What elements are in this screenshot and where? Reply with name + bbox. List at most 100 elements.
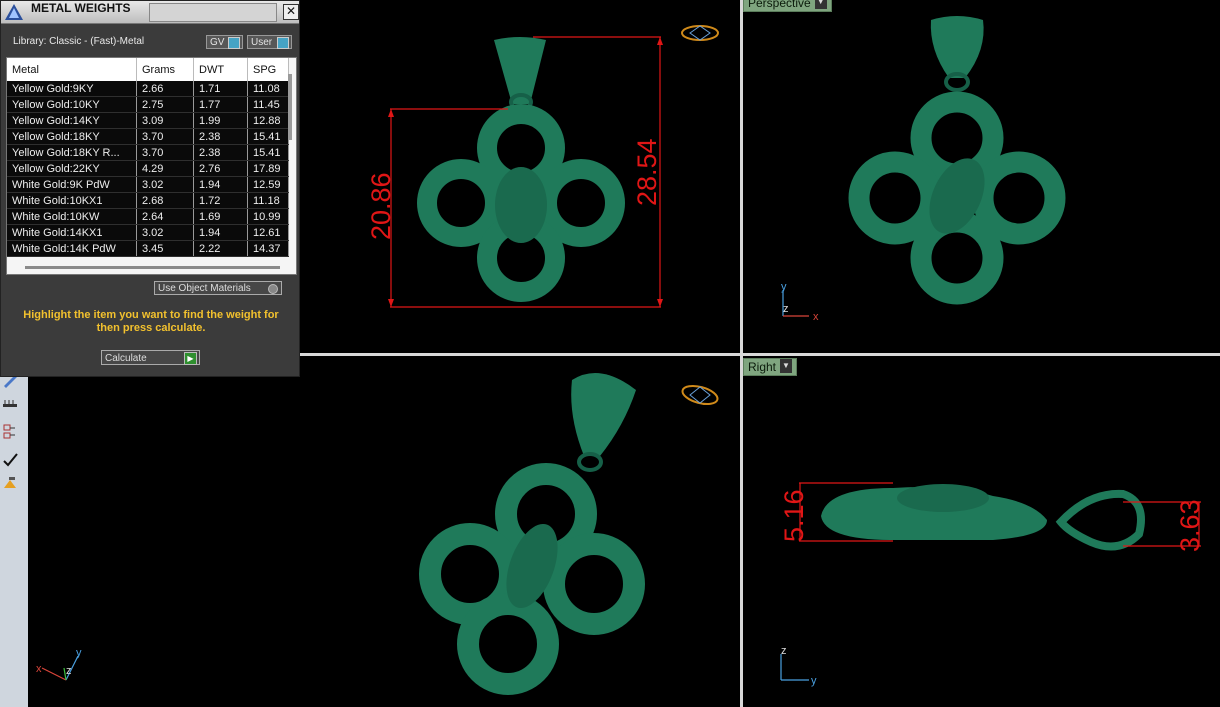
metal-weights-panel: METAL WEIGHTS ✕ Library: Classic - (Fast… (0, 0, 300, 377)
cell-metal: Yellow Gold:18KY R... (7, 144, 137, 161)
play-icon: ▶ (184, 352, 197, 365)
perspective-label-text: Perspective (748, 0, 811, 10)
cell-metal: Yellow Gold:10KY (7, 96, 137, 113)
front-height-dim: 20.86 (366, 172, 396, 240)
column-header-spg[interactable]: SPG (247, 58, 289, 81)
cell-spg: 10.99 (247, 208, 289, 225)
table-row[interactable]: White Gold:14K PdW 3.45 2.22 14.37 (7, 240, 289, 257)
table-row[interactable]: Yellow Gold:14KY 3.09 1.99 12.88 (7, 112, 289, 129)
use-object-materials-toggle[interactable]: Use Object Materials (154, 281, 282, 295)
svg-text:x: x (813, 311, 819, 323)
cell-dwt: 1.77 (193, 96, 248, 113)
cell-spg: 12.59 (247, 176, 289, 193)
gv-toggle[interactable]: GV (206, 35, 243, 49)
perspective-viewport[interactable]: y z x Perspective ▼ (743, 0, 1220, 353)
svg-text:z: z (66, 665, 72, 677)
cell-dwt: 2.76 (193, 160, 248, 177)
chevron-down-icon[interactable]: ▼ (780, 359, 793, 373)
viewport-right-label[interactable]: Right ▼ (743, 358, 798, 376)
cell-grams: 2.66 (136, 81, 194, 97)
cell-metal: Yellow Gold:18KY (7, 128, 137, 145)
top-viewport[interactable]: y x z (28, 356, 740, 707)
svg-text:y: y (781, 281, 787, 293)
column-header-metal[interactable]: Metal (7, 58, 137, 81)
front-total-dim: 28.54 (632, 138, 662, 206)
library-label: Library: Classic - (Fast)-Metal (13, 36, 145, 47)
table-row[interactable]: Yellow Gold:10KY 2.75 1.77 11.45 (7, 96, 289, 113)
chevron-down-icon[interactable]: ▼ (814, 0, 827, 9)
use-object-materials-label: Use Object Materials (158, 283, 251, 294)
hint-text: Highlight the item you want to find the … (23, 309, 279, 334)
cell-metal: White Gold:14K PdW (7, 240, 137, 257)
gem-gizmo-icon[interactable] (681, 383, 720, 408)
cell-spg: 15.41 (247, 128, 289, 145)
paint-tool-icon[interactable] (2, 476, 20, 492)
table-row[interactable]: White Gold:14KX1 3.02 1.94 12.61 (7, 224, 289, 241)
svg-text:x: x (36, 663, 42, 675)
panel-titlebar[interactable]: METAL WEIGHTS ✕ (1, 1, 299, 24)
measure-tool-icon[interactable] (2, 398, 20, 414)
column-header-dwt[interactable]: DWT (193, 58, 248, 81)
cell-spg: 17.89 (247, 160, 289, 177)
table-row[interactable]: Yellow Gold:22KY 4.29 2.76 17.89 (7, 160, 289, 177)
cell-spg: 11.45 (247, 96, 289, 113)
horizontal-scrollbar[interactable] (25, 266, 280, 269)
cell-grams: 2.68 (136, 192, 194, 209)
table-row[interactable]: White Gold:10KW 2.64 1.69 10.99 (7, 208, 289, 225)
right-label-text: Right (748, 360, 777, 374)
check-tool-icon[interactable] (2, 452, 20, 468)
column-header-grams[interactable]: Grams (136, 58, 194, 81)
cell-metal: Yellow Gold:9KY (7, 81, 137, 97)
cell-spg: 12.88 (247, 112, 289, 129)
cell-grams: 3.02 (136, 224, 194, 241)
svg-text:y: y (76, 647, 82, 659)
bail-shape (930, 16, 984, 78)
perspective-view-scene: y z x (781, 16, 1066, 323)
cell-dwt: 2.38 (193, 144, 248, 161)
cell-dwt: 1.99 (193, 112, 248, 129)
table-row[interactable]: Yellow Gold:18KY R... 3.70 2.38 15.41 (7, 144, 289, 161)
axis-triad: y z x (781, 281, 819, 323)
right-viewport[interactable]: 5.16 3.63 z y Right ▼ (743, 356, 1220, 707)
cell-dwt: 2.38 (193, 128, 248, 145)
viewport-divider-vertical[interactable] (740, 0, 743, 707)
cell-spg: 15.41 (247, 144, 289, 161)
cell-grams: 3.02 (136, 176, 194, 193)
cell-metal: White Gold:14KX1 (7, 224, 137, 241)
cell-spg: 11.18 (247, 192, 289, 209)
toggle-knob-icon (277, 37, 289, 49)
table-row[interactable]: Yellow Gold:9KY 2.66 1.71 11.08 (7, 81, 289, 97)
cell-spg: 14.37 (247, 240, 289, 257)
cell-grams: 3.70 (136, 144, 194, 161)
toggle-knob-icon (228, 37, 240, 49)
viewport-divider-horizontal[interactable] (300, 353, 1220, 356)
gem-gizmo-icon[interactable] (681, 25, 719, 41)
layout-tool-icon[interactable] (2, 424, 20, 440)
gv-label: GV (210, 37, 225, 48)
viewport-perspective-label[interactable]: Perspective ▼ (743, 0, 832, 12)
close-button[interactable]: ✕ (283, 4, 299, 20)
cell-metal: White Gold:10KW (7, 208, 137, 225)
cell-spg: 11.08 (247, 81, 289, 97)
cell-metal: White Gold:9K PdW (7, 176, 137, 193)
table-row[interactable]: Yellow Gold:18KY 3.70 2.38 15.41 (7, 128, 289, 145)
table-row[interactable]: White Gold:10KX1 2.68 1.72 11.18 (7, 192, 289, 209)
svg-text:z: z (781, 645, 787, 657)
cell-grams: 4.29 (136, 160, 194, 177)
user-toggle[interactable]: User (247, 35, 292, 49)
bail-shape (571, 372, 636, 456)
table-row[interactable]: White Gold:9K PdW 3.02 1.94 12.59 (7, 176, 289, 193)
cell-grams: 2.75 (136, 96, 194, 113)
metal-table-container[interactable]: Metal Grams DWT SPG Yellow Gold:9KY 2.66 1… (6, 57, 297, 275)
right-bail-dim: 3.63 (1175, 499, 1205, 552)
svg-text:y: y (811, 675, 817, 687)
calculate-label: Calculate (105, 353, 147, 364)
cell-dwt: 2.22 (193, 240, 248, 257)
cell-dwt: 1.94 (193, 176, 248, 193)
calculate-button[interactable]: Calculate ▶ (101, 350, 200, 365)
cell-spg: 12.61 (247, 224, 289, 241)
axis-triad: y x z (36, 647, 82, 681)
vertical-scrollbar[interactable] (288, 74, 292, 140)
app-logo-icon (5, 4, 23, 20)
cell-dwt: 1.72 (193, 192, 248, 209)
